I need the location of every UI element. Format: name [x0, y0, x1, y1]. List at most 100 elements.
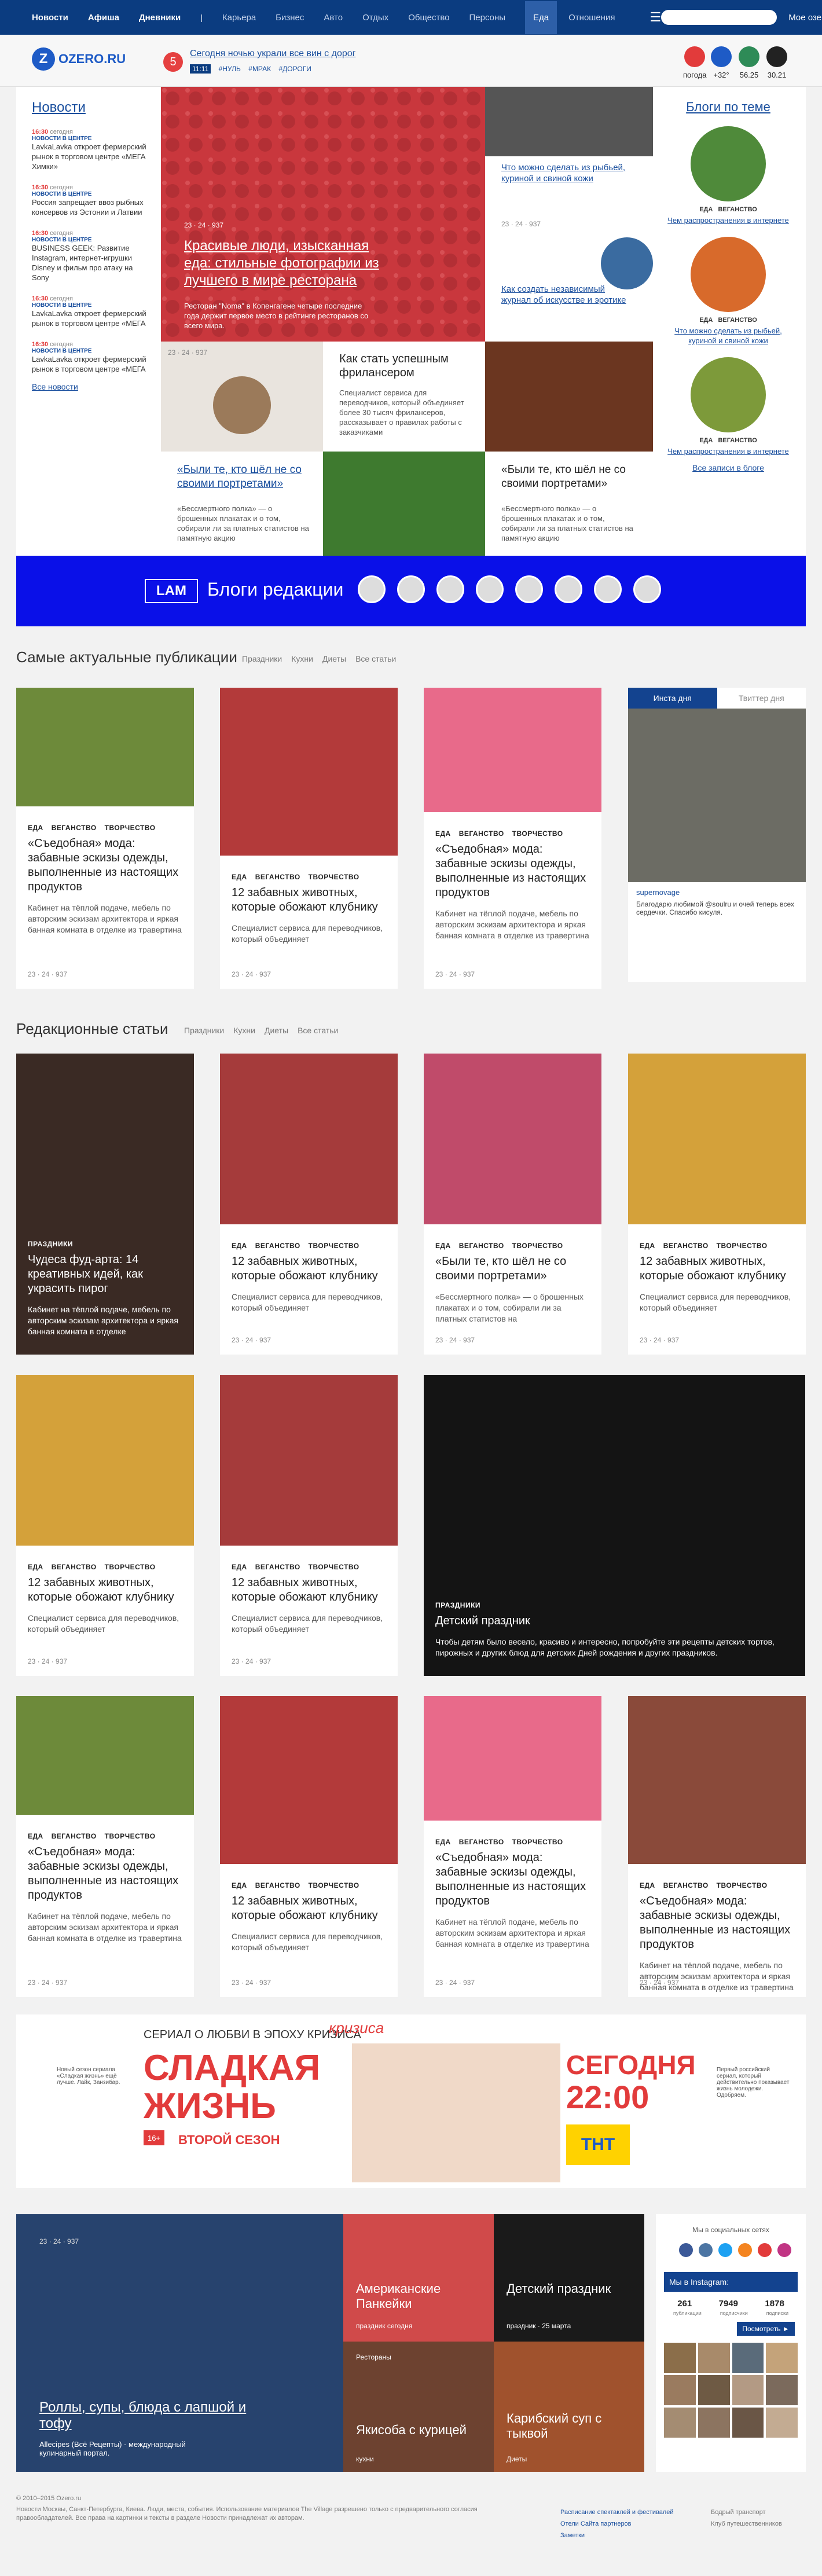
article-card[interactable]: ЕДА ВЕГАНСТВО ТВОРЧЕСТВО 12 забавных животн… — [220, 1375, 398, 1676]
card-tag[interactable]: ТВОРЧЕСТВО — [105, 824, 156, 832]
blog-tag[interactable]: ЕДА — [699, 317, 713, 324]
avatar[interactable] — [515, 575, 543, 603]
menu-icon[interactable]: ☰ — [649, 10, 661, 25]
tile-freelancer[interactable]: Как стать успешным фрилансером Специалис… — [323, 342, 485, 452]
my-lake-link[interactable]: Мое озеро — [788, 13, 822, 23]
tile-portrait-1-title[interactable]: «Были те, кто шёл не со своими портретам… — [177, 463, 310, 491]
avatar[interactable] — [633, 575, 661, 603]
insta-thumb[interactable] — [698, 2408, 730, 2438]
card-tag[interactable]: ТВОРЧЕСТВО — [717, 1242, 768, 1250]
card-title[interactable]: «Съедобная» мода: забавные эскизы одежды… — [435, 1851, 590, 1909]
kids-party-title[interactable]: Детский праздник — [507, 2281, 611, 2296]
site-logo[interactable]: Z OZERO.RU — [32, 47, 126, 71]
ed-nav-diets[interactable]: Диеты — [265, 1026, 288, 1035]
actual-nav-holidays[interactable]: Праздники — [242, 654, 282, 663]
blog-tag[interactable]: ВЕГАНСТВО — [718, 206, 757, 213]
blog-item[interactable]: ЕДА ВЕГАНСТВО Чем распространения в интер… — [665, 126, 792, 225]
card-tag[interactable]: ЕДА — [232, 1563, 247, 1571]
actual-nav-all[interactable]: Все статьи — [355, 654, 396, 663]
all-news-link[interactable]: Все новости — [32, 382, 148, 391]
temp-widget[interactable]: +32° — [711, 46, 732, 79]
article-card[interactable]: ЕДА ВЕГАНСТВО ТВОРЧЕСТВО «Съедобная» мода: … — [424, 688, 601, 989]
article-card[interactable]: ПРАЗДНИКИ Чудеса фуд-арта: 14 креативных … — [16, 1054, 194, 1355]
blog-text[interactable]: Что можно сделать из рыбьей, куриной и с… — [665, 326, 792, 346]
insta-thumb[interactable] — [664, 2375, 696, 2405]
fuel-widget[interactable]: 56.25 — [739, 46, 759, 79]
insta-thumb[interactable] — [664, 2343, 696, 2373]
tile-journal[interactable]: 23 · 24 · 937 Как создать независимый жу… — [485, 214, 653, 342]
card-title[interactable]: «Съедобная» мода: забавные эскизы одежды… — [435, 842, 590, 900]
curry-title[interactable]: Карибский суп с тыквой — [507, 2411, 628, 2441]
card-tag[interactable]: ЕДА — [28, 1563, 43, 1571]
tile-berries-image[interactable] — [323, 452, 485, 556]
article-card[interactable]: ЕДА ВЕГАНСТВО ТВОРЧЕСТВО «Съедобная» мода: … — [628, 1696, 806, 1997]
article-card[interactable]: ПРАЗДНИКИ Детский праздник Чтобы детям был… — [424, 1375, 805, 1676]
youtube-icon[interactable] — [758, 2243, 772, 2257]
card-tag[interactable]: ТВОРЧЕСТВО — [309, 1881, 359, 1889]
twitter-icon[interactable] — [718, 2243, 732, 2257]
card-tag[interactable]: ВЕГАНСТВО — [459, 830, 504, 838]
card-tag[interactable]: ВЕГАНСТВО — [255, 873, 300, 881]
insta-thumb[interactable] — [732, 2343, 764, 2373]
tile-freelancer-title[interactable]: Как стать успешным фрилансером — [339, 352, 467, 380]
card-tag[interactable]: ТВОРЧЕСТВО — [512, 1838, 563, 1846]
nav-auto[interactable]: Авто — [324, 13, 343, 23]
card-tag[interactable]: ВЕГАНСТВО — [663, 1881, 709, 1889]
card-tag[interactable]: ЕДА — [28, 1832, 43, 1840]
tile-skin-title[interactable]: Что можно сделать из рыбьей, куриной и с… — [501, 162, 629, 184]
nav-society[interactable]: Общество — [408, 13, 449, 23]
ed-nav-all[interactable]: Все статьи — [298, 1026, 338, 1035]
nav-business[interactable]: Бизнес — [276, 13, 304, 23]
avatar[interactable] — [358, 575, 386, 603]
actual-nav-cuisines[interactable]: Кухни — [291, 654, 313, 663]
card-title[interactable]: 12 забавных животных, которые обожают кл… — [232, 1576, 386, 1605]
rate-widget[interactable]: 30.21 — [766, 46, 787, 79]
rolls-card[interactable]: 23 · 24 · 937 Роллы, супы, блюда с лапшо… — [16, 2214, 343, 2472]
card-title[interactable]: 12 забавных животных, которые обожают кл… — [28, 1576, 182, 1605]
tile-portrait-2[interactable]: «Были те, кто шёл не со своими портретам… — [485, 452, 653, 556]
ad-banner[interactable]: СЕРИАЛ О ЛЮБВИ В ЭПОХУ КРИЗИСА кризиса С… — [16, 2014, 806, 2188]
insta-follow-button[interactable]: Посмотреть ► — [737, 2322, 795, 2336]
card-tag[interactable]: ТВОРЧЕСТВО — [717, 1881, 768, 1889]
yaki-card[interactable]: Рестораны Якисоба с курицей кухни — [343, 2342, 494, 2472]
news-category[interactable]: НОВОСТИ В ЦЕНТРЕ — [32, 191, 148, 197]
card-category[interactable]: ПРАЗДНИКИ — [435, 1601, 794, 1609]
nav-relations[interactable]: Отношения — [568, 13, 615, 23]
tab-twitter[interactable]: Твиттер дня — [717, 688, 806, 709]
card-tag[interactable]: ВЕГАНСТВО — [663, 1242, 709, 1250]
article-card[interactable]: ЕДА ВЕГАНСТВО ТВОРЧЕСТВО 12 забавных животн… — [220, 1696, 398, 1997]
blog-tag[interactable]: ВЕГАНСТВО — [718, 317, 757, 324]
odnoklassniki-icon[interactable] — [738, 2243, 752, 2257]
blog-tag[interactable]: ВЕГАНСТВО — [718, 437, 757, 444]
card-title[interactable]: «Съедобная» мода: забавные эскизы одежды… — [28, 836, 182, 894]
card-tag[interactable]: ЕДА — [232, 1881, 247, 1889]
card-title[interactable]: 12 забавных животных, которые обожают кл… — [640, 1254, 794, 1283]
card-title[interactable]: Детский праздник — [435, 1614, 794, 1628]
card-tag[interactable]: ТВОРЧЕСТВО — [512, 830, 563, 838]
avatar[interactable] — [476, 575, 504, 603]
blog-tag[interactable]: ЕДА — [699, 437, 713, 444]
news-item[interactable]: 16:30 сегодня НОВОСТИ В ЦЕНТРЕ Россия запр… — [32, 184, 148, 217]
news-category[interactable]: НОВОСТИ В ЦЕНТРЕ — [32, 135, 148, 142]
tile-coffee-image[interactable] — [485, 342, 653, 452]
tile-portrait-2-title[interactable]: «Были те, кто шёл не со своими портретам… — [501, 463, 634, 491]
news-text[interactable]: LavkaLavka откроет фермерский рынок в то… — [32, 309, 148, 328]
all-blog-posts-link[interactable]: Все записи в блоге — [665, 463, 792, 472]
rolls-title[interactable]: Роллы, супы, блюда с лапшой и тофу — [39, 2399, 259, 2432]
footer-link[interactable]: Заметки — [560, 2530, 674, 2541]
insta-thumb[interactable] — [766, 2343, 798, 2373]
card-tag[interactable]: ВЕГАНСТВО — [255, 1563, 300, 1571]
tile-journal-title[interactable]: Как создать независимый журнал об искусс… — [501, 284, 629, 306]
curry-card[interactable]: Карибский суп с тыквой Диеты — [494, 2342, 644, 2472]
card-tag[interactable]: ВЕГАНСТВО — [52, 824, 97, 832]
insta-thumb[interactable] — [766, 2375, 798, 2405]
article-card[interactable]: ЕДА ВЕГАНСТВО ТВОРЧЕСТВО 12 забавных животн… — [220, 1054, 398, 1355]
feature-title[interactable]: Красивые люди, изысканная еда: стильные … — [184, 237, 381, 289]
news-text[interactable]: LavkaLavka откроет фермерский рынок в то… — [32, 354, 148, 374]
nav-news[interactable]: Новости — [32, 13, 68, 23]
card-tag[interactable]: ВЕГАНСТВО — [459, 1838, 504, 1846]
card-tag[interactable]: ЕДА — [640, 1881, 655, 1889]
nav-persons[interactable]: Персоны — [469, 13, 505, 23]
feature-card[interactable]: 23 · 24 · 937 Красивые люди, изысканная … — [161, 87, 485, 342]
news-item[interactable]: 16:30 сегодня НОВОСТИ В ЦЕНТРЕ LavkaLavka … — [32, 129, 148, 171]
